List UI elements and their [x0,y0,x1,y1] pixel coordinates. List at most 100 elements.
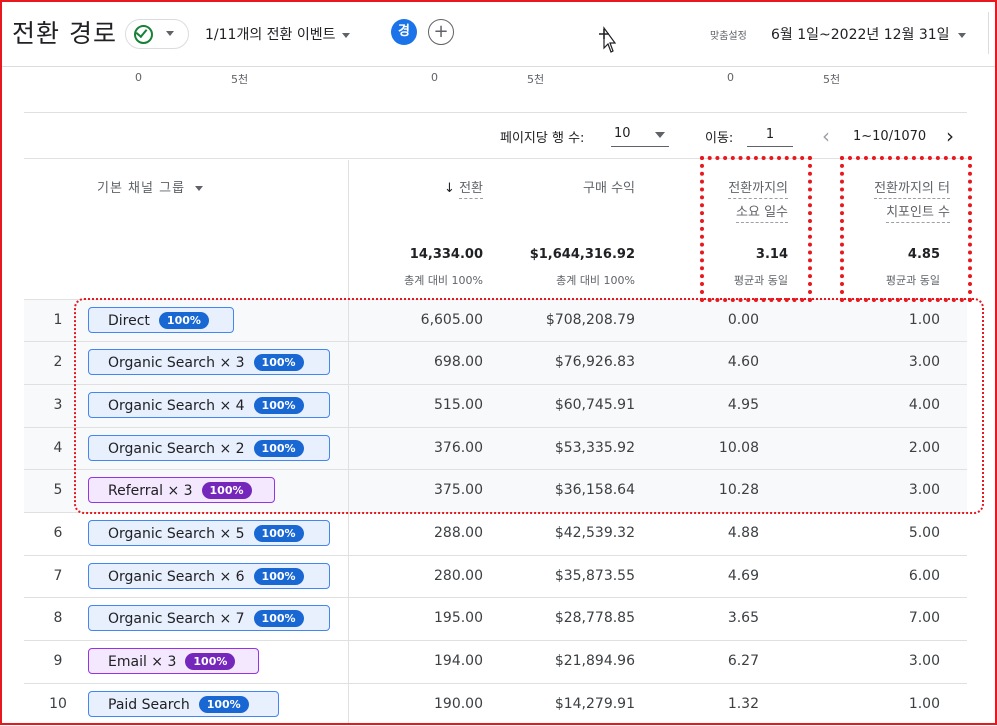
revenue-cell: $53,335.92 [554,440,635,456]
date-range-picker[interactable]: 6월 1일~2022년 12월 31일 [771,24,966,44]
channel-path-chip[interactable]: Paid Search 100% [88,691,279,717]
revenue-cell: $36,158.64 [554,482,635,498]
channel-label: Referral × 3 [108,483,193,499]
days-cell: 4.69 [727,568,759,584]
rows-per-page-select[interactable]: 10 [611,124,669,147]
row-number: 9 [53,653,63,669]
touchpoints-cell: 6.00 [908,568,940,584]
percentage-badge: 100% [158,312,209,329]
table-row[interactable]: 7 Organic Search × 6 100% 280.00 $35,873.… [24,555,967,598]
revenue-cell: $60,745.91 [554,397,635,413]
touchpoints-cell: 3.00 [908,482,940,498]
conversions-cell: 376.00 [434,440,483,456]
days-cell: 4.95 [727,397,759,413]
table-row[interactable]: 4 Organic Search × 2 100% 376.00 $53,335.… [24,427,967,470]
row-number: 10 [49,696,67,712]
touchpoints-cell: 3.00 [908,653,940,669]
percentage-badge: 100% [201,482,252,499]
conversions-cell: 515.00 [434,397,483,413]
channel-label: Email × 3 [108,654,177,670]
column-header-revenue[interactable]: 구매 수익 [515,177,635,196]
conversions-cell: 698.00 [434,354,483,370]
goto-label: 이동: [705,131,734,146]
channel-path-chip[interactable]: Organic Search × 2 100% [88,435,330,461]
touchpoints-cell: 3.00 [908,354,940,370]
axis-tick-label: 0 [727,71,734,84]
chevron-left-icon[interactable]: ‹ [822,126,830,146]
sort-arrow-icon: ↓ [444,181,455,196]
table-row[interactable]: 3 Organic Search × 4 100% 515.00 $60,745.… [24,384,967,427]
row-number: 6 [53,525,63,541]
channel-label: Paid Search [108,697,190,713]
channel-path-chip[interactable]: Organic Search × 4 100% [88,392,330,418]
channel-path-chip[interactable]: Email × 3 100% [88,648,259,674]
chevron-down-icon [957,32,966,38]
percentage-badge: 100% [185,653,236,670]
table-row[interactable]: 6 Organic Search × 5 100% 288.00 $42,539.… [24,512,967,555]
column-header-conversions[interactable]: ↓ 전환 [383,177,483,199]
avg-touchpoints-sub: 평균과 동일 [885,274,940,287]
goto-page-input[interactable]: 1 [747,124,793,147]
channel-path-chip[interactable]: Organic Search × 6 100% [88,563,330,589]
table-row[interactable]: 2 Organic Search × 3 100% 698.00 $76,926.… [24,341,967,384]
days-cell: 10.08 [718,440,759,456]
column-header-touchpoints[interactable]: 전환까지의 터 치포인트 수 [840,177,950,225]
conversion-events-dropdown[interactable]: 1/11개의 전환 이벤트 [205,24,350,44]
date-range-text: 6월 1일~2022년 12월 31일 [771,27,950,43]
conversions-cell: 195.00 [434,610,483,626]
total-revenue-sub: 총계 대비 100% [556,274,635,287]
dimension-header-dropdown[interactable]: 기본 채널 그룹 [97,177,204,196]
conversions-cell: 280.00 [434,568,483,584]
touchpoints-cell: 5.00 [908,525,940,541]
days-cell: 0.00 [727,312,759,328]
column-header-label: 치포인트 수 [886,205,950,223]
channel-path-chip[interactable]: Organic Search × 3 100% [88,349,330,375]
add-comparison-button[interactable]: + [428,19,454,45]
rows-per-page-value: 10 [614,126,631,141]
percentage-badge: 100% [253,525,304,542]
channel-label: Organic Search × 5 [108,526,245,542]
channel-label: Organic Search × 2 [108,441,245,457]
table-row[interactable]: 10 Paid Search 100% 190.00 $14,279.91 1.3… [24,683,967,726]
mouse-cursor-icon [599,26,616,53]
days-cell: 10.28 [718,482,759,498]
table-row[interactable]: 9 Email × 3 100% 194.00 $21,894.96 6.27 3… [24,640,967,683]
touchpoints-cell: 1.00 [908,696,940,712]
days-cell: 4.60 [727,354,759,370]
column-header-days-to-conversion[interactable]: 전환까지의 소요 일수 [690,177,788,225]
row-number: 7 [53,568,63,584]
avg-days-to-conversion: 3.14 [755,247,788,262]
table-row[interactable]: 1 Direct 100% 6,605.00 $708,208.79 0.00 1… [24,299,967,342]
row-number: 4 [53,440,63,456]
days-cell: 3.65 [727,610,759,626]
channel-path-chip[interactable]: Organic Search × 5 100% [88,520,330,546]
revenue-cell: $21,894.96 [554,653,635,669]
table-row[interactable]: 5 Referral × 3 100% 375.00 $36,158.64 10.… [24,469,967,512]
channel-path-chip[interactable]: Organic Search × 7 100% [88,605,330,631]
touchpoints-cell: 1.00 [908,312,940,328]
days-cell: 1.32 [727,696,759,712]
chevron-right-icon[interactable]: › [946,126,954,146]
comparison-filter-chip[interactable] [125,19,189,49]
column-header-label: 전환 [459,181,483,199]
total-conversions: 14,334.00 [409,247,483,262]
table-row[interactable]: 8 Organic Search × 7 100% 195.00 $28,778.… [24,597,967,640]
divider [24,158,967,159]
chevron-down-icon [655,132,665,138]
channel-path-chip[interactable]: Direct 100% [88,307,234,333]
column-header-label: 구매 수익 [583,181,635,196]
revenue-cell: $14,279.91 [554,696,635,712]
channel-label: Organic Search × 7 [108,611,245,627]
channel-path-chip[interactable]: Referral × 3 100% [88,477,275,503]
axis-tick-label: 5천 [527,73,545,86]
revenue-cell: $42,539.32 [554,525,635,541]
revenue-cell: $28,778.85 [554,610,635,626]
avatar[interactable]: 경 [391,19,417,45]
chevron-down-icon [195,186,204,191]
touchpoints-cell: 7.00 [908,610,940,626]
row-number: 2 [53,354,63,370]
column-header-label: 소요 일수 [736,205,788,223]
percentage-badge: 100% [253,440,304,457]
conversions-cell: 6,605.00 [420,312,483,328]
revenue-cell: $35,873.55 [554,568,635,584]
